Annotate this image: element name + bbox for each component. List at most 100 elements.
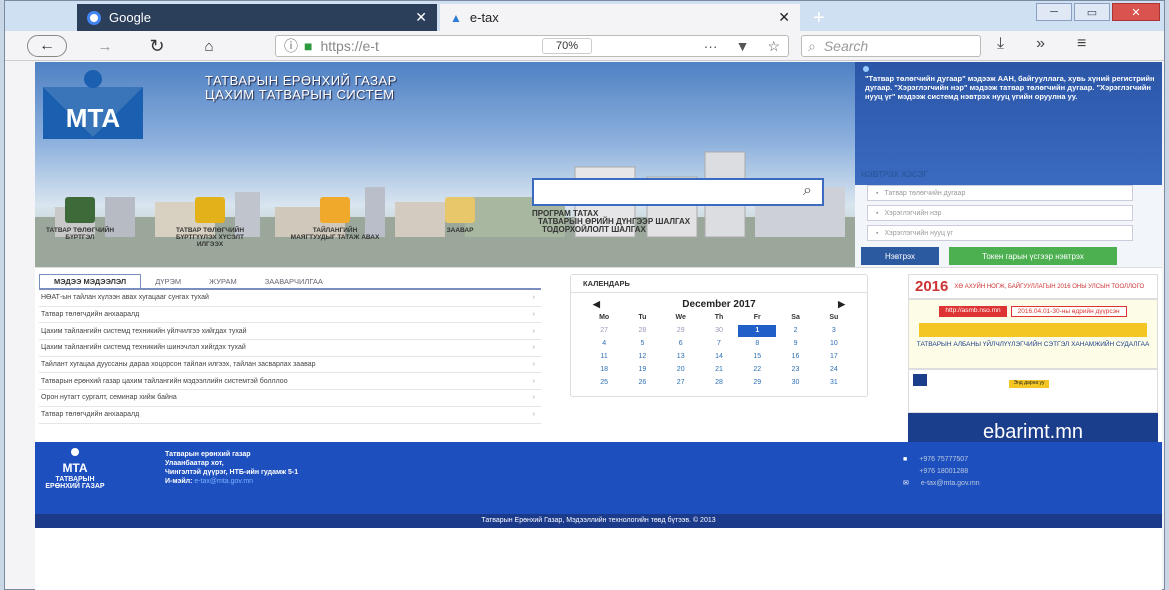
survey-banner[interactable]: http://asmb.nso.mn 2016.04.01-30-ны өдри… [908,299,1158,369]
calendar-day[interactable]: 10 [815,338,853,350]
email-2[interactable]: e-tax@mta.gov.mn [921,480,980,487]
quick-icon-forms[interactable]: ТАЙЛАНГИЙН МАЯГТУУДЫГ ТАТАЖ АВАХ [290,197,380,241]
tab-news[interactable]: МЭДЭЭ МЭДЭЭЛЭЛ [39,274,142,288]
calendar-day[interactable]: 21 [700,364,738,376]
calendar-day[interactable]: 4 [585,338,623,350]
tab-regulations[interactable]: ЖУРАМ [195,277,251,288]
news-title[interactable]: Орон нутагт сургалт, семинар хийж байна [41,394,177,401]
news-title[interactable]: Татварын ерөнхий газар цахим тайлангийн … [41,378,288,385]
maximize-button[interactable]: ▭ [1074,3,1110,21]
search-input[interactable]: ⌕ Search [801,35,981,57]
bookmark-star-icon[interactable]: ☆ [767,38,780,55]
tab-etax[interactable]: ▲ e-tax ✕ [440,4,800,31]
prev-month-button[interactable]: ◀ [593,299,600,310]
list-item[interactable]: Татвар төлөгчдийн анхааралд › [39,307,541,324]
calendar-day[interactable]: 24 [815,364,853,376]
calendar-day[interactable]: 11 [585,351,623,363]
footer-email-link[interactable]: e-tax@mta.gov.mn [194,478,253,485]
calendar-day[interactable]: 3 [815,325,853,337]
footer-address: Татварын ерөнхий газар Улаанбаатар хот, … [165,450,298,486]
list-item[interactable]: НӨАТ-ын тайлан хүлээн авах хугацааг сунг… [39,290,541,307]
password-field[interactable]: ▪ Хэрэглэгчийн нууц үг [867,225,1133,241]
news-title[interactable]: НӨАТ-ын тайлан хүлээн авах хугацааг сунг… [41,294,209,301]
calendar-day[interactable]: 26 [623,377,661,389]
minimize-button[interactable]: ─ [1036,3,1072,21]
downloads-icon[interactable]: ⤓ [997,35,1004,53]
calendar-day[interactable]: 12 [623,351,661,363]
calendar-day[interactable]: 18 [585,364,623,376]
pocket-icon[interactable]: ▼ [736,38,750,55]
tab-google[interactable]: Google ✕ [77,4,437,31]
calendar-day[interactable]: 7 [700,338,738,350]
tab-instructions[interactable]: ЗААВАРЧИЛГАА [251,277,337,288]
calendar-day[interactable]: 29 [662,325,700,337]
news-title[interactable]: Цахим тайлангийн системд техникийн шинэч… [41,344,246,351]
calendar-day[interactable]: 2 [776,325,814,337]
calendar-day[interactable]: 29 [738,377,776,389]
calendar-day[interactable]: 28 [623,325,661,337]
news-title[interactable]: Татвар төлөгчдийн анхааралд [41,411,139,418]
quick-icon-guide[interactable]: ЗААВАР [415,197,505,234]
calendar-day[interactable]: 25 [585,377,623,389]
news-title[interactable]: Цахим тайлангийн системд техникийн үйлчи… [41,328,247,335]
menu-icon[interactable]: ≡ [1077,35,1086,53]
calendar-day[interactable]: 16 [776,351,814,363]
news-title[interactable]: Тайлант хугацаа дууссаны дараа хоцорсон … [41,361,316,368]
quick-icon-registration[interactable]: ТАТВАР ТӨЛӨГЧИЙН БҮРТГЭЛ [35,197,125,241]
page-actions-icon[interactable]: ··· [704,38,718,55]
list-item[interactable]: Татвар төлөгчдийн анхааралд › [39,407,541,424]
calendar-day[interactable]: 17 [815,351,853,363]
calendar-day[interactable]: 9 [776,338,814,350]
taxpayer-number-field[interactable]: ▪ Татвар төлөгчийн дугаар [867,185,1133,201]
calendar-day[interactable]: 27 [662,377,700,389]
forward-button[interactable]: → [93,35,117,57]
list-item[interactable]: Тайлант хугацаа дууссаны дараа хоцорсон … [39,357,541,374]
next-month-button[interactable]: ▶ [838,299,845,310]
calendar-day[interactable]: 28 [700,377,738,389]
overflow-icon[interactable]: » [1036,35,1045,53]
url-bar[interactable]: ⓘ ■ https://e-t 70% ··· ▼ ☆ [275,35,789,57]
calendar-day[interactable]: 22 [738,364,776,376]
close-icon[interactable]: ✕ [778,9,790,26]
calendar-day[interactable]: 30 [700,325,738,337]
token-login-button[interactable]: Токен гарын үсгээр нэвтрэх [949,247,1117,265]
calendar-day[interactable]: 19 [623,364,661,376]
list-item[interactable]: Татварын ерөнхий газар цахим тайлангийн … [39,373,541,391]
search-icon[interactable]: ⌕ [803,182,812,200]
news-title[interactable]: Татвар төлөгчдийн анхааралд [41,311,139,318]
ebarimt-banner[interactable]: Энд дарна уу ebarimt.mn [908,369,1158,453]
zoom-indicator[interactable]: 70% [542,38,592,54]
username-field[interactable]: ▪ Хэрэглэгчийн нэр [867,205,1133,221]
quick-icon-request[interactable]: ТАТВАР ТӨЛӨГЧИЙН БҮРТГҮҮЛЭХ ХҮСЭЛТ ИЛГЭЭ… [165,197,255,248]
list-item[interactable]: Орон нутагт сургалт, семинар хийж байна › [39,390,541,407]
calendar-day[interactable]: 1 [738,325,777,337]
calendar-day[interactable]: 31 [815,377,853,389]
click-here-button[interactable]: Энд дарна уу [1009,380,1049,388]
list-item[interactable]: Цахим тайлангийн системд техникийн шинэч… [39,340,541,357]
new-tab-button[interactable]: + [813,7,825,30]
close-icon[interactable]: ✕ [415,9,427,26]
calendar-day[interactable]: 15 [738,351,776,363]
lock-icon: ■ [304,38,313,54]
survey-dates: 2016.04.01-30-ны өдрийн дүүрсэн [1010,306,1127,317]
calendar-day[interactable]: 8 [738,338,776,350]
calendar-day[interactable]: 20 [662,364,700,376]
list-item[interactable]: Цахим тайлангийн системд техникийн үйлчи… [39,323,541,341]
calendar-day[interactable]: 6 [662,338,700,350]
login-button[interactable]: Нэвтрэх [861,247,939,265]
quick-link-certificate-check[interactable]: ТОДОРХОЙЛОЛТ ШАЛГАХ [532,226,690,234]
reload-button[interactable]: ↻ [145,35,169,57]
site-search-input[interactable]: ⌕ [532,178,824,206]
calendar-day[interactable]: 14 [700,351,738,363]
census-banner[interactable]: 2016 ХӨ АХУЙН НОГЖ, БАЙГУУЛЛАГЫН 2016 ОН… [908,274,1158,299]
calendar-day[interactable]: 13 [662,351,700,363]
calendar-day[interactable]: 23 [776,364,814,376]
calendar-day[interactable]: 27 [585,325,623,337]
window-close-button[interactable]: ✕ [1112,3,1160,21]
info-icon[interactable]: ⓘ [284,36,298,56]
calendar-day[interactable]: 5 [623,338,661,350]
tab-rules[interactable]: ДҮРЭМ [141,277,195,288]
calendar-day[interactable]: 30 [776,377,814,389]
back-button[interactable]: ← [27,35,67,57]
home-button[interactable]: ⌂ [197,35,221,57]
